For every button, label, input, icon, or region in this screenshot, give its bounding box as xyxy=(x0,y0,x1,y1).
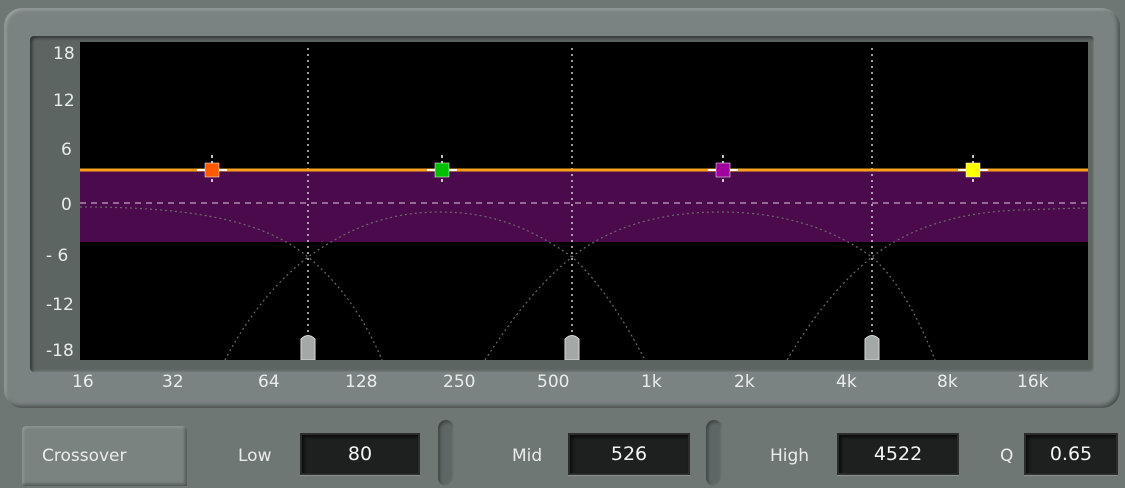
q-label: Q xyxy=(1000,446,1014,466)
frequency-response-graph[interactable] xyxy=(80,42,1088,360)
mid-label: Mid xyxy=(512,446,543,466)
low-crossover-handle[interactable] xyxy=(300,335,316,361)
crossover-eq-window: 18 12 6 0 - 6 -12 -18 16 32 64 128 250 5… xyxy=(0,0,1125,488)
high-crossover-handle[interactable] xyxy=(864,335,880,361)
q-value-field[interactable]: 0.65 xyxy=(1024,433,1118,475)
gain-band-fill xyxy=(80,170,1088,242)
low-frequency-field[interactable]: 80 xyxy=(300,433,420,475)
mid-frequency-field[interactable]: 526 xyxy=(568,433,690,475)
panel-divider xyxy=(438,420,454,486)
low-label: Low xyxy=(238,446,272,466)
high-label: High xyxy=(770,446,810,466)
crossover-tab-label: Crossover xyxy=(42,446,127,466)
graph-canvas xyxy=(80,48,1088,361)
panel-divider xyxy=(706,420,722,486)
high-frequency-field[interactable]: 4522 xyxy=(837,433,959,475)
mid-crossover-handle[interactable] xyxy=(564,335,580,361)
